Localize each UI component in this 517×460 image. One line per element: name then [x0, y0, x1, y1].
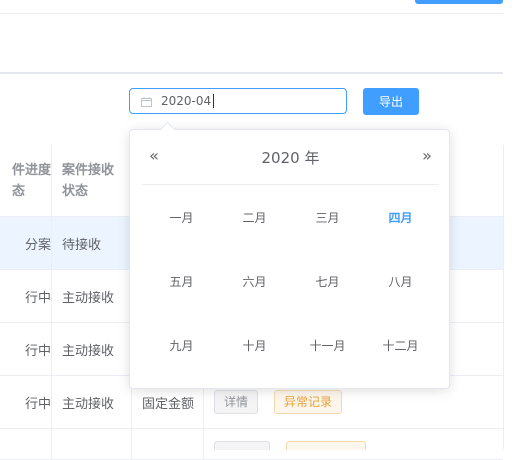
month-input-field[interactable]	[161, 94, 311, 108]
detail-button[interactable]: 详情	[214, 390, 259, 414]
progress-text: 行中	[24, 343, 51, 359]
top-divider	[0, 13, 503, 14]
cell-receive	[52, 429, 132, 459]
receive-text: 主动接收	[62, 343, 115, 359]
month-cell[interactable]: 三月	[291, 185, 364, 249]
month-cell[interactable]: 十二月	[364, 313, 437, 377]
receive-text: 主动接收	[62, 396, 115, 412]
month-cell[interactable]: 二月	[218, 185, 291, 249]
abnormal-record-button[interactable]: 异常记录	[274, 390, 343, 414]
calendar-icon	[141, 96, 152, 107]
month-cell[interactable]: 七月	[291, 249, 364, 313]
next-year-icon[interactable]: »	[417, 146, 437, 165]
cell-progress: 行中	[0, 376, 52, 428]
month-cell[interactable]: 十月	[218, 313, 291, 377]
cell-amount	[132, 429, 204, 459]
header-receive-cell: 案件接收 状态	[52, 145, 132, 216]
export-button[interactable]: 导出	[363, 88, 419, 115]
cell-receive: 主动接收	[52, 270, 132, 322]
header-progress-cell: 件进度 态	[0, 145, 52, 216]
month-cell[interactable]: 九月	[145, 313, 218, 377]
progress-text: 行中	[24, 290, 51, 306]
table-right-border	[503, 145, 504, 449]
month-picker-popup: « 2020 年 » 一月 二月 三月 四月 五月 六月 七月 八月 九月 十月 十一月 十二月	[129, 121, 451, 389]
receive-text: 主动接收	[62, 290, 115, 306]
month-picker-input[interactable]	[129, 88, 347, 114]
cell-progress: 行中	[0, 323, 52, 375]
cell-receive: 主动接收	[52, 376, 132, 428]
month-cell[interactable]: 四月	[364, 185, 437, 249]
top-button-edge[interactable]	[415, 0, 503, 4]
popup-arrow	[159, 121, 176, 138]
progress-text: 分案	[24, 237, 51, 253]
progress-text: 行中	[24, 396, 51, 412]
amount-text: 固定金额	[142, 396, 195, 412]
cell-progress: 行中	[0, 270, 52, 322]
section-divider	[0, 72, 503, 74]
cell-progress	[0, 429, 52, 459]
month-cell[interactable]: 八月	[364, 249, 437, 313]
month-cell[interactable]: 十一月	[291, 313, 364, 377]
month-cell[interactable]: 五月	[145, 249, 218, 313]
text-caret	[213, 94, 214, 108]
month-cell[interactable]: 一月	[145, 185, 218, 249]
month-cell[interactable]: 六月	[218, 249, 291, 313]
cell-actions	[204, 429, 503, 459]
table-row-partial[interactable]	[0, 429, 503, 460]
picker-year-label[interactable]: 2020 年	[130, 147, 451, 168]
cell-receive: 主动接收	[52, 323, 132, 375]
header-receive-status: 案件接收 状态	[62, 162, 115, 199]
receive-text: 待接收	[62, 237, 102, 253]
cell-progress: 分案	[0, 217, 52, 269]
header-progress: 件进度 态	[11, 162, 51, 199]
cell-receive: 待接收	[52, 217, 132, 269]
